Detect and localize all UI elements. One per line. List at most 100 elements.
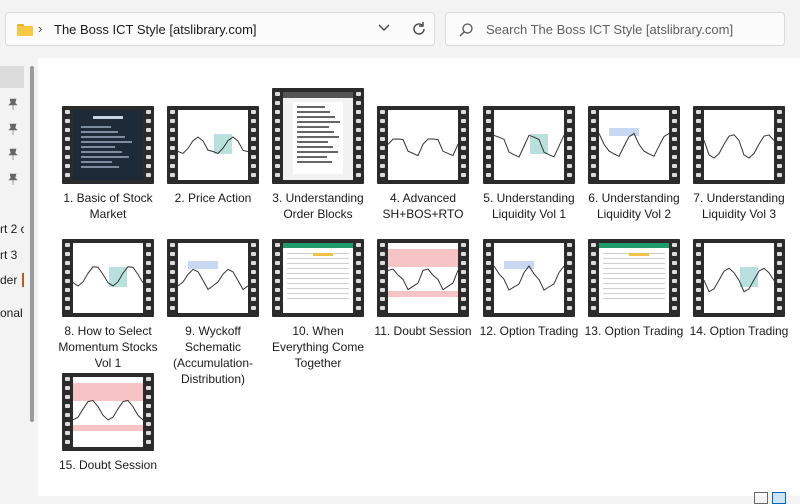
film-strip-holes-icon bbox=[566, 239, 573, 317]
video-preview-frame bbox=[388, 243, 458, 313]
pin-icon bbox=[8, 98, 18, 110]
file-name-label: 2. Price Action bbox=[174, 191, 252, 205]
film-strip-holes-icon bbox=[695, 106, 702, 184]
search-box[interactable]: Search The Boss ICT Style [atslibrary.co… bbox=[445, 12, 785, 46]
video-thumbnail bbox=[62, 106, 154, 184]
film-strip-holes-icon bbox=[671, 106, 678, 184]
video-thumbnail bbox=[167, 239, 259, 317]
file-name-label: 6. Understanding Liquidity Vol 2 bbox=[588, 191, 680, 221]
film-strip-holes-icon bbox=[776, 239, 783, 317]
film-strip-holes-icon bbox=[590, 106, 597, 184]
file-name-label: 11. Doubt Session bbox=[374, 324, 472, 338]
film-strip-holes-icon bbox=[274, 88, 281, 177]
file-name-label: 14. Option Trading bbox=[689, 324, 789, 338]
video-file-item[interactable]: 12. Option Trading bbox=[477, 239, 581, 339]
video-thumbnail bbox=[483, 106, 575, 184]
video-file-item[interactable]: 15. Doubt Session bbox=[56, 373, 160, 473]
nav-item-label[interactable]: onal bbox=[0, 306, 23, 320]
video-file-item[interactable]: 6. Understanding Liquidity Vol 2 bbox=[582, 106, 686, 222]
film-strip-holes-icon bbox=[485, 106, 492, 184]
video-file-item[interactable]: 2. Price Action bbox=[161, 106, 265, 206]
video-thumbnail bbox=[588, 106, 680, 184]
nav-selected-item[interactable] bbox=[0, 66, 24, 88]
file-name-label: 10. When Everything Come Together bbox=[271, 324, 365, 370]
video-preview-frame bbox=[283, 243, 353, 313]
video-thumbnail bbox=[377, 239, 469, 317]
video-file-item[interactable]: 8. How to Select Momentum Stocks Vol 1 bbox=[56, 239, 160, 371]
window-top-strip bbox=[0, 0, 800, 6]
file-name-label: 15. Doubt Session bbox=[58, 458, 158, 472]
breadcrumb-current-folder[interactable]: The Boss ICT Style [atslibrary.com] bbox=[54, 22, 257, 37]
video-file-item[interactable]: 9. Wyckoff Schematic (Accumulation-Distr… bbox=[161, 239, 265, 387]
video-thumbnail bbox=[272, 239, 364, 317]
film-strip-holes-icon bbox=[145, 239, 152, 317]
film-strip-holes-icon bbox=[776, 106, 783, 184]
folder-icon bbox=[17, 24, 33, 36]
video-file-item[interactable]: 11. Doubt Session bbox=[371, 239, 475, 339]
address-bar[interactable]: › The Boss ICT Style [atslibrary.com] bbox=[5, 12, 435, 46]
video-thumbnail bbox=[167, 106, 259, 184]
video-preview-frame bbox=[494, 243, 564, 313]
film-strip-holes-icon bbox=[169, 106, 176, 184]
video-file-item[interactable]: 1. Basic of Stock Market bbox=[56, 106, 160, 222]
video-preview-frame bbox=[704, 243, 774, 313]
video-thumbnail bbox=[272, 88, 364, 184]
video-file-item[interactable]: 5. Understanding Liquidity Vol 1 bbox=[477, 106, 581, 222]
video-preview-frame bbox=[599, 110, 669, 180]
nav-scrollbar[interactable] bbox=[30, 66, 34, 422]
video-thumbnail bbox=[377, 106, 469, 184]
details-view-icon[interactable] bbox=[754, 492, 768, 504]
film-strip-holes-icon bbox=[169, 239, 176, 317]
nav-item-label[interactable]: rt 3 bbox=[0, 248, 17, 262]
file-name-label: 9. Wyckoff Schematic (Accumulation-Distr… bbox=[172, 324, 254, 386]
search-input[interactable]: Search The Boss ICT Style [atslibrary.co… bbox=[486, 22, 733, 37]
video-thumbnail bbox=[588, 239, 680, 317]
file-name-label: 3. Understanding Order Blocks bbox=[272, 191, 364, 221]
nav-item-label[interactable]: der bbox=[0, 273, 17, 287]
file-name-label: 4. Advanced SH+BOS+RTO bbox=[382, 191, 464, 221]
film-strip-holes-icon bbox=[460, 106, 467, 184]
file-name-label: 13. Option Trading bbox=[584, 324, 684, 338]
file-name-label: 8. How to Select Momentum Stocks Vol 1 bbox=[58, 324, 158, 370]
file-name-label: 5. Understanding Liquidity Vol 1 bbox=[483, 191, 575, 221]
film-strip-holes-icon bbox=[590, 239, 597, 317]
video-thumbnail bbox=[693, 106, 785, 184]
video-thumbnail bbox=[62, 373, 154, 451]
video-preview-frame bbox=[704, 110, 774, 180]
film-strip-holes-icon bbox=[250, 239, 257, 317]
film-strip-holes-icon bbox=[566, 106, 573, 184]
file-name-label: 7. Understanding Liquidity Vol 3 bbox=[693, 191, 785, 221]
video-file-item[interactable]: 7. Understanding Liquidity Vol 3 bbox=[687, 106, 791, 222]
film-strip-holes-icon bbox=[274, 239, 281, 317]
file-name-label: 1. Basic of Stock Market bbox=[63, 191, 153, 221]
video-preview-frame bbox=[178, 243, 248, 313]
video-file-item[interactable]: 4. Advanced SH+BOS+RTO bbox=[371, 106, 475, 222]
thumbnail-view-icon[interactable] bbox=[772, 492, 786, 504]
film-strip-holes-icon bbox=[64, 373, 71, 451]
video-file-item[interactable]: 13. Option Trading bbox=[582, 239, 686, 339]
breadcrumb-chevron-icon[interactable]: › bbox=[38, 21, 42, 36]
pin-icon bbox=[8, 148, 18, 160]
file-name-label: 12. Option Trading bbox=[479, 324, 579, 338]
video-file-item[interactable]: 3. Understanding Order Blocks bbox=[266, 88, 370, 222]
navigation-pane: rt 2 c rt 3 der onal bbox=[0, 58, 24, 504]
nav-item-label[interactable]: rt 2 c bbox=[0, 222, 24, 236]
file-list: 1. Basic of Stock Market 2. Price Action 3… bbox=[38, 58, 800, 496]
search-icon bbox=[459, 23, 473, 37]
video-file-item[interactable]: 14. Option Trading bbox=[687, 239, 791, 339]
video-preview-frame bbox=[599, 243, 669, 313]
film-strip-holes-icon bbox=[355, 88, 362, 177]
film-strip-holes-icon bbox=[355, 239, 362, 317]
film-strip-holes-icon bbox=[379, 239, 386, 317]
video-thumbnail bbox=[62, 239, 154, 317]
video-file-item[interactable]: 10. When Everything Come Together bbox=[266, 239, 370, 371]
film-strip-holes-icon bbox=[64, 106, 71, 184]
video-thumbnail bbox=[693, 239, 785, 317]
video-preview-frame bbox=[73, 377, 143, 447]
film-strip-holes-icon bbox=[145, 106, 152, 184]
chevron-down-icon[interactable] bbox=[377, 19, 391, 35]
video-preview-frame bbox=[494, 110, 564, 180]
refresh-icon[interactable] bbox=[410, 20, 428, 38]
film-strip-holes-icon bbox=[64, 239, 71, 317]
video-preview-frame bbox=[73, 243, 143, 313]
